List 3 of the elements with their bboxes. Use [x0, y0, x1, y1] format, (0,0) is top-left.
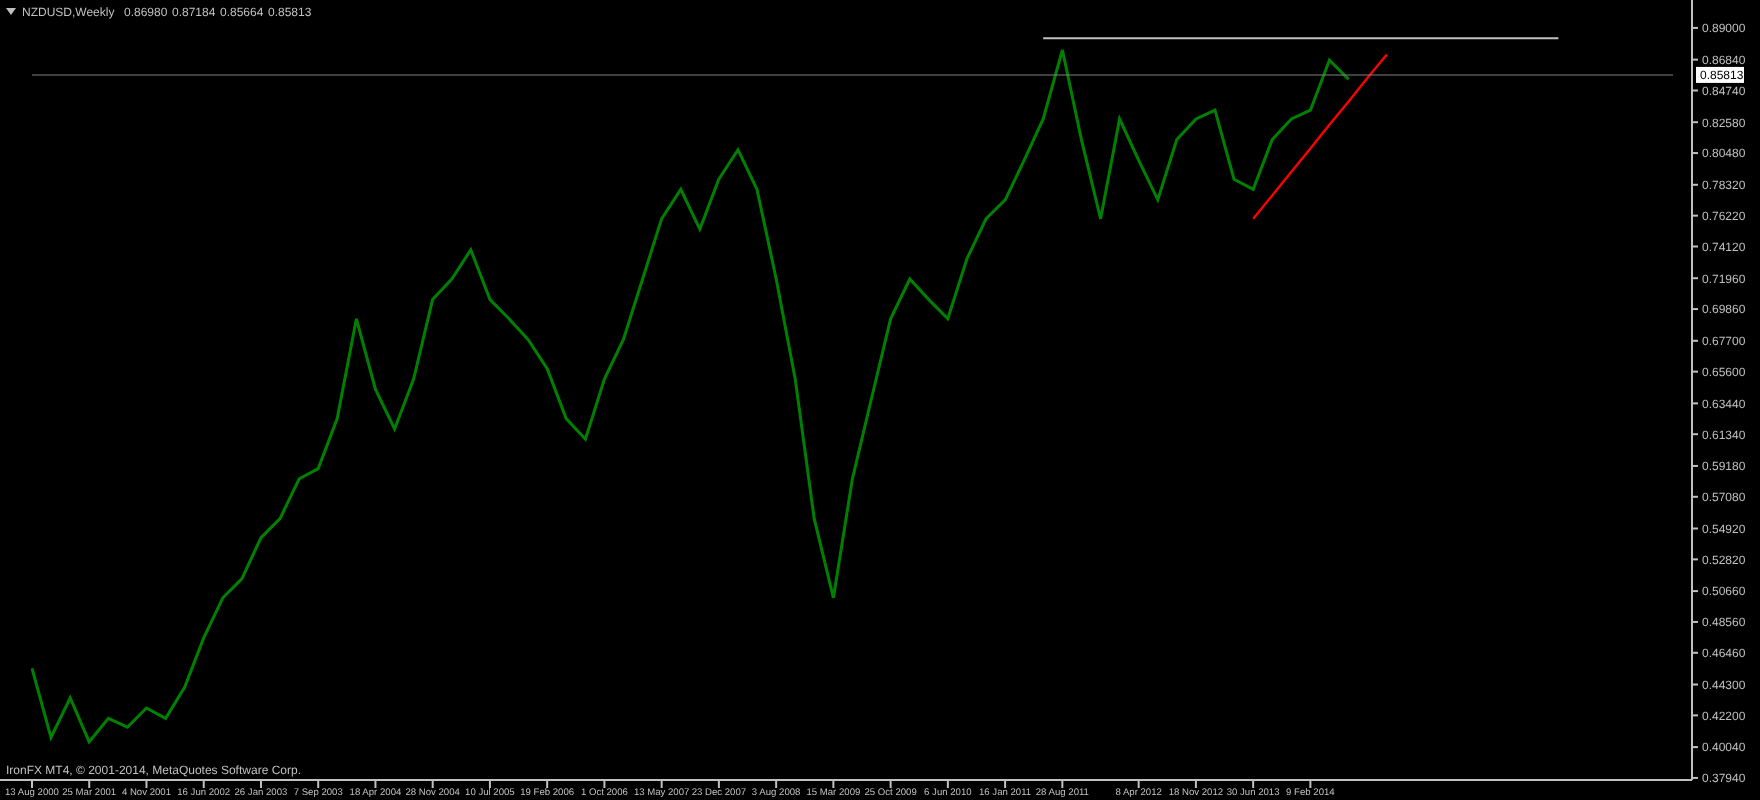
trend-line[interactable]	[1252, 53, 1388, 220]
dropdown-triangle-icon[interactable]	[6, 8, 16, 15]
resistance-line[interactable]	[1042, 37, 1560, 40]
